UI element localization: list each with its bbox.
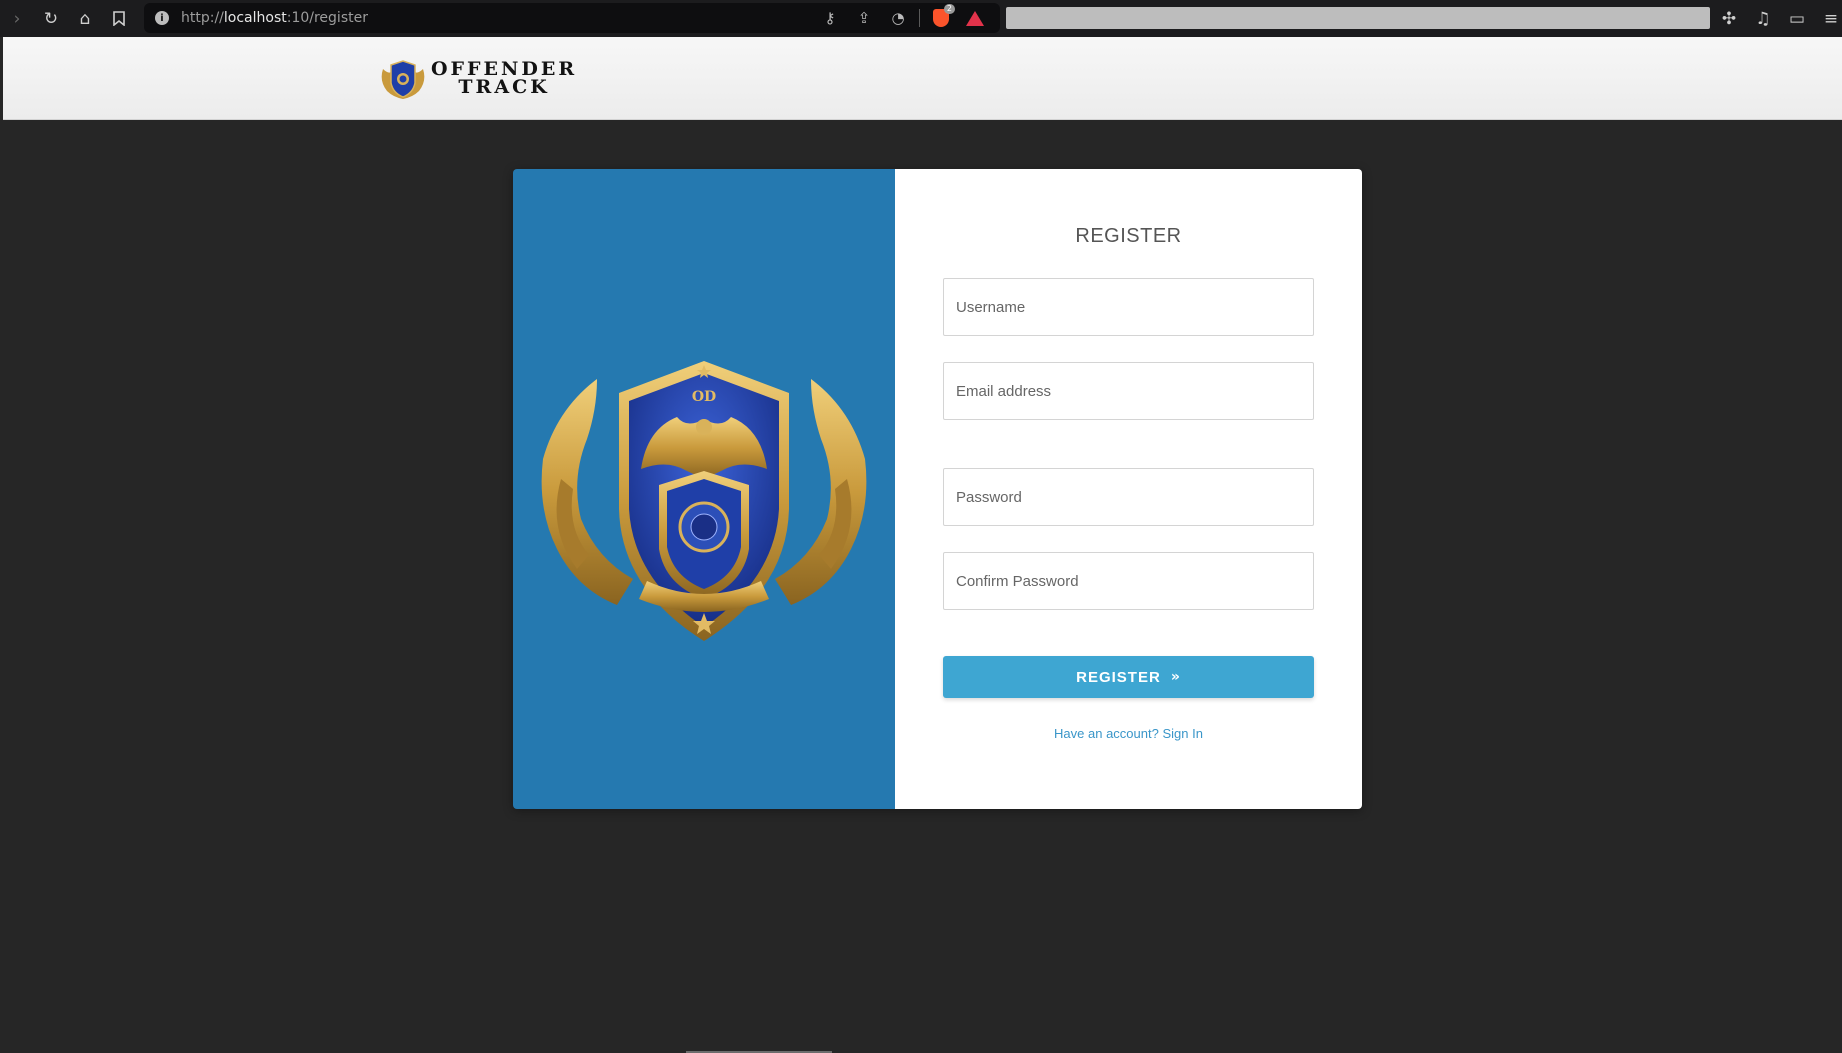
wallet-button[interactable]: ▭ (1780, 0, 1814, 37)
confirm-password-input[interactable] (943, 552, 1314, 610)
brave-rewards-button[interactable] (958, 3, 992, 33)
home-button[interactable]: ⌂ (68, 0, 102, 37)
register-form: REGISTER REGISTER » Have an account? Sig… (895, 169, 1362, 809)
address-bar[interactable]: i http://localhost:10/register ⚷ ⇪ ◔ 2 (144, 3, 1000, 33)
url-text[interactable]: http://localhost:10/register (181, 10, 368, 26)
forward-button[interactable]: › (0, 0, 34, 37)
register-card: OD REGISTER REGISTER » Have an account? … (513, 169, 1362, 809)
wallet-icon: ▭ (1788, 8, 1806, 29)
key-icon[interactable]: ⚷ (813, 3, 847, 33)
police-emblem-image: OD (541, 361, 867, 641)
chevron-right-icon: › (13, 8, 21, 29)
puzzle-icon: ✣ (1721, 8, 1737, 29)
svg-text:OD: OD (692, 389, 716, 405)
brave-shield-icon: 2 (933, 4, 955, 27)
brand-name: OFFENDER TRACK (431, 60, 577, 98)
info-icon[interactable]: i (155, 11, 169, 25)
bookmark-button[interactable] (102, 0, 136, 37)
register-button[interactable]: REGISTER » (943, 656, 1314, 698)
rss-icon[interactable]: ◔ (881, 3, 915, 33)
brave-rewards-icon (966, 10, 984, 26)
reload-button[interactable]: ↻ (34, 0, 68, 37)
bookmark-icon (113, 11, 125, 26)
password-input[interactable] (943, 468, 1314, 526)
music-note-icon: ♫ (1755, 8, 1771, 29)
divider (919, 9, 920, 27)
brand-line-2: TRACK (458, 76, 550, 98)
shield-count-badge: 2 (943, 4, 955, 14)
share-icon[interactable]: ⇪ (847, 3, 881, 33)
menu-button[interactable]: ≡ (1814, 0, 1842, 37)
username-input[interactable] (943, 278, 1314, 336)
tab-search-bar[interactable] (1006, 7, 1710, 29)
brand-logo-link[interactable]: OFFENDER TRACK (377, 55, 577, 101)
emblem-panel: OD (513, 169, 895, 809)
email-input[interactable] (943, 362, 1314, 420)
media-button[interactable]: ♫ (1746, 0, 1780, 37)
sign-in-link[interactable]: Have an account? Sign In (895, 726, 1362, 741)
brave-shield-button[interactable]: 2 (924, 3, 958, 33)
register-button-label: REGISTER (1076, 668, 1161, 686)
extensions-button[interactable]: ✣ (1712, 0, 1746, 37)
double-chevron-right-icon: » (1170, 669, 1181, 685)
home-icon: ⌂ (79, 8, 91, 29)
menu-icon: ≡ (1823, 8, 1839, 29)
reload-icon: ↻ (43, 8, 59, 29)
badge-logo-icon (381, 60, 425, 99)
site-header: OFFENDER TRACK (3, 37, 1842, 120)
form-title: REGISTER (1075, 225, 1182, 247)
browser-toolbar: › ↻ ⌂ i http://localhost:10/register ⚷ ⇪… (0, 0, 1842, 37)
